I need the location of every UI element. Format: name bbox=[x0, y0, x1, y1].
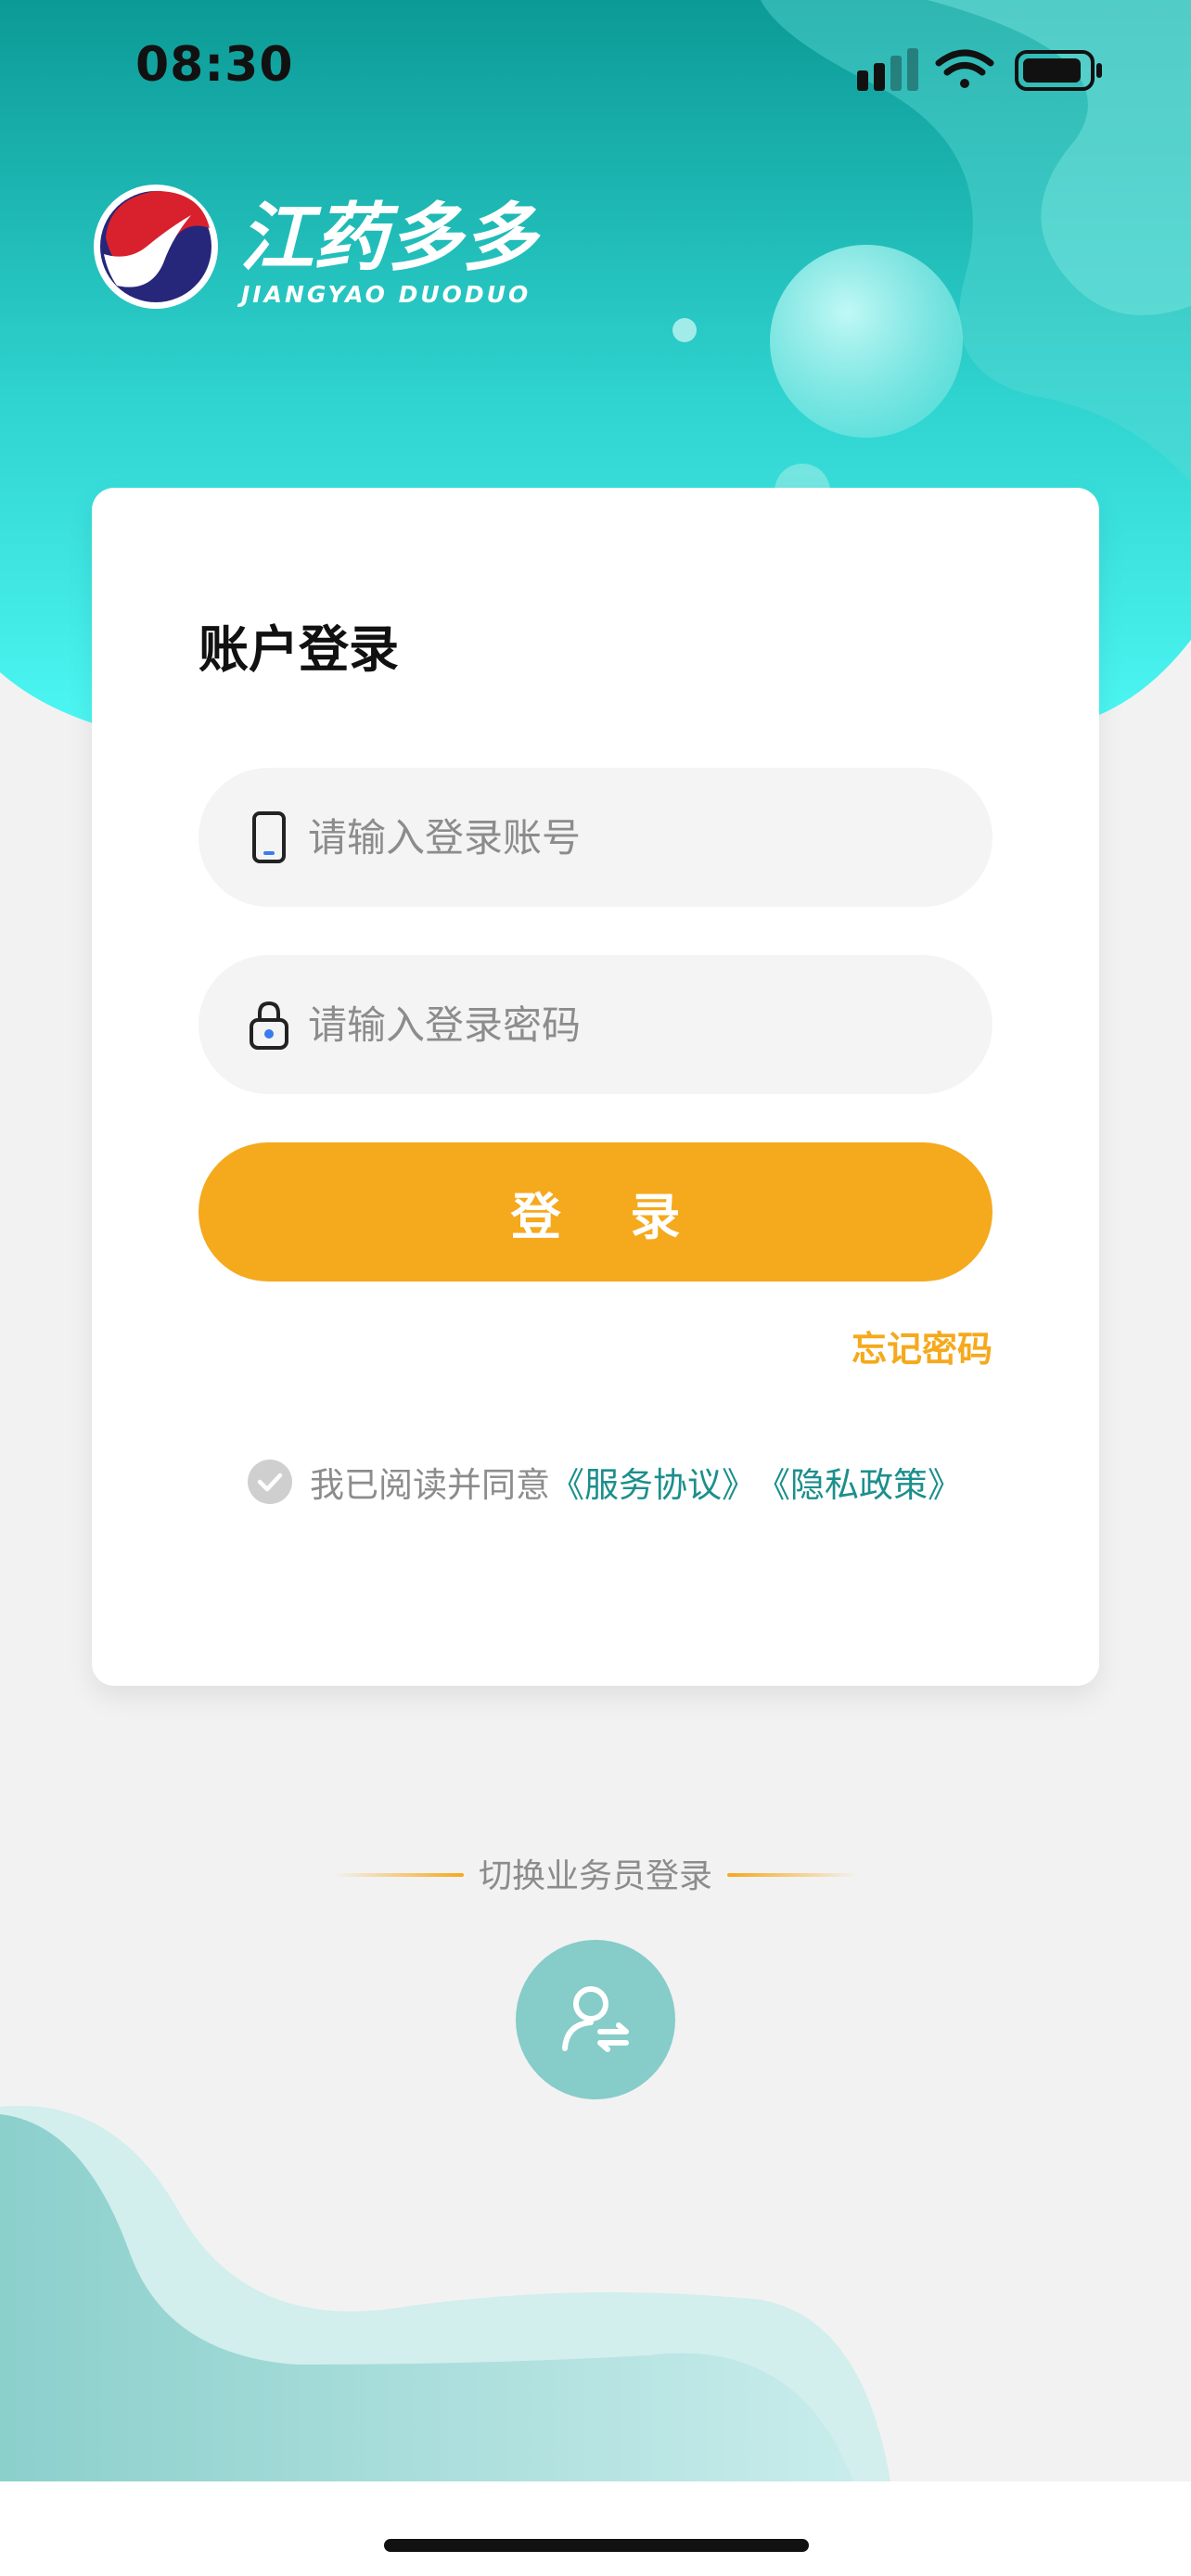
logo-name-cn: 江药多多 bbox=[239, 195, 541, 281]
password-field[interactable] bbox=[198, 955, 992, 1094]
status-time: 08:30 bbox=[135, 37, 294, 93]
account-field[interactable] bbox=[198, 768, 992, 907]
lock-icon bbox=[250, 1001, 288, 1050]
login-button[interactable]: 登 录 bbox=[198, 1142, 992, 1282]
cellular-signal-icon bbox=[857, 48, 918, 91]
account-input[interactable] bbox=[308, 768, 957, 907]
forgot-password-link[interactable]: 忘记密码 bbox=[852, 1320, 992, 1371]
home-indicator-area bbox=[0, 2481, 1191, 2576]
switch-login-label: 切换业务员登录 bbox=[478, 1857, 712, 1895]
divider-line-left bbox=[334, 1873, 464, 1877]
divider-line-right bbox=[727, 1873, 857, 1877]
privacy-policy-link[interactable]: 《隐私政策》 bbox=[756, 1457, 962, 1507]
logo-name-en: JIANGYAO DUODUO bbox=[237, 281, 531, 308]
home-indicator[interactable] bbox=[384, 2539, 809, 2552]
check-circle-icon[interactable] bbox=[247, 1459, 293, 1505]
phone-icon bbox=[252, 811, 286, 863]
agreement-prefix: 我已阅读并同意 bbox=[310, 1465, 550, 1505]
battery-icon bbox=[1015, 50, 1102, 91]
password-input[interactable] bbox=[308, 955, 957, 1094]
wifi-icon bbox=[935, 49, 994, 88]
bottom-wave bbox=[0, 2105, 890, 2481]
agreement-row: 我已阅读并同意 《服务协议》 《隐私政策》 bbox=[247, 1454, 962, 1510]
switch-login-row: 切换业务员登录 bbox=[334, 1849, 857, 1901]
service-agreement-link[interactable]: 《服务协议》 bbox=[550, 1457, 756, 1507]
status-icons bbox=[857, 48, 1102, 91]
user-switch-icon bbox=[562, 1986, 629, 2052]
card-title: 账户登录 bbox=[198, 620, 399, 679]
app-logo: 江药多多 JIANGYAO DUODUO bbox=[94, 185, 541, 309]
